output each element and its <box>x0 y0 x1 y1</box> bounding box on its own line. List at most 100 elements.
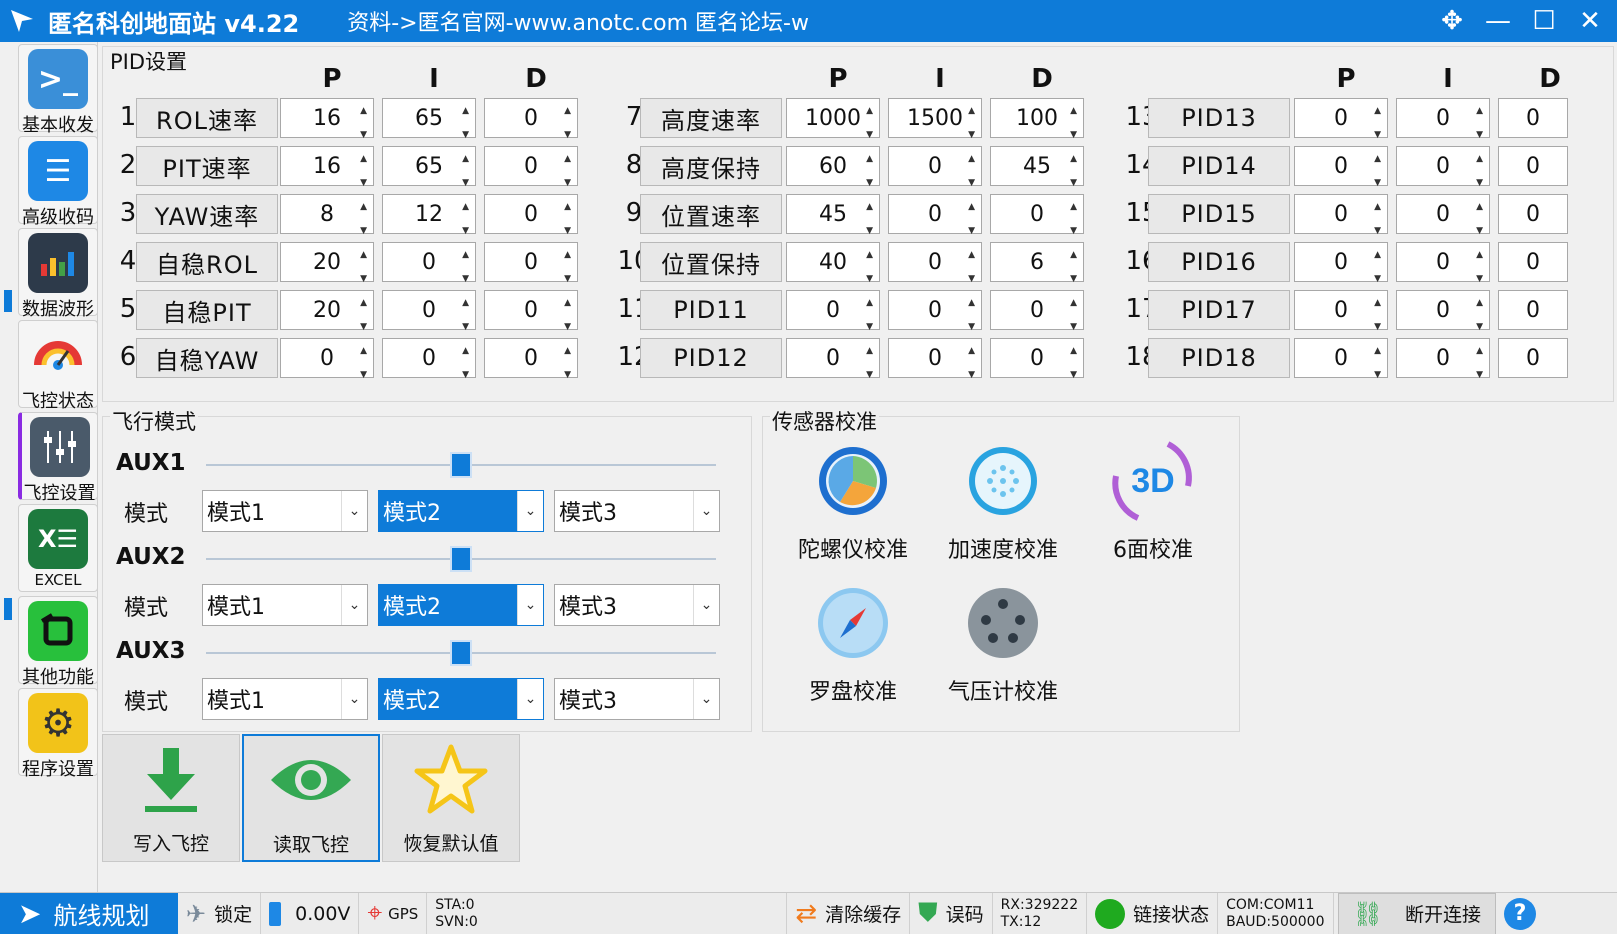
restore-defaults-button[interactable]: 恢复默认值 <box>382 734 520 862</box>
barometer-calibration-button[interactable]: 气压计校准 <box>928 586 1078 706</box>
pid-name-button[interactable]: PID16 <box>1148 242 1290 282</box>
pid-p-spinbox[interactable]: 8 ▲ ▼ <box>280 194 374 237</box>
pid-name-button[interactable]: PID13 <box>1148 98 1290 138</box>
pid-d-spinbox[interactable]: 0 ▲ ▼ <box>990 338 1084 381</box>
sidebar-collapse-handle[interactable] <box>4 598 12 620</box>
spin-arrows-icon[interactable]: ▲ ▼ <box>1374 297 1381 333</box>
pid-d-spinbox[interactable]: 6 ▲ ▼ <box>990 242 1084 284</box>
spin-arrows-icon[interactable]: ▲ ▼ <box>462 153 469 189</box>
pid-d-spinbox[interactable]: 0 <box>1498 146 1568 186</box>
move-window-icon[interactable]: ✥ <box>1433 4 1471 38</box>
pid-name-button[interactable]: 位置速率 <box>640 194 782 234</box>
spin-arrows-icon[interactable]: ▲ ▼ <box>968 297 975 333</box>
spin-arrows-icon[interactable]: ▲ ▼ <box>1070 345 1077 381</box>
sidebar-item-basic-send[interactable]: >_ 基本收发 <box>18 44 98 136</box>
pid-i-spinbox[interactable]: 0 ▲ ▼ <box>1396 98 1490 140</box>
spin-arrows-icon[interactable]: ▲ ▼ <box>1476 345 1483 381</box>
accelerometer-calibration-button[interactable]: 加速度校准 <box>928 444 1078 564</box>
chevron-down-icon[interactable]: ⌄ <box>341 585 367 625</box>
pid-i-spinbox[interactable]: 0 ▲ ▼ <box>888 338 982 381</box>
pid-d-spinbox[interactable]: 0 ▲ ▼ <box>484 242 578 285</box>
pid-p-spinbox[interactable]: 0 ▲ ▼ <box>786 338 880 380</box>
pid-i-spinbox[interactable]: 0 ▲ ▼ <box>1396 194 1490 236</box>
pid-i-spinbox[interactable]: 1500 ▲ ▼ <box>888 98 982 141</box>
pid-d-spinbox[interactable]: 0 ▲ ▼ <box>990 194 1084 236</box>
gyro-calibration-button[interactable]: 陀螺仪校准 <box>778 444 928 564</box>
spin-arrows-icon[interactable]: ▲ ▼ <box>968 105 975 141</box>
pid-d-spinbox[interactable]: 0 <box>1498 194 1568 234</box>
pid-p-spinbox[interactable]: 60 ▲ ▼ <box>786 146 880 188</box>
spin-arrows-icon[interactable]: ▲ ▼ <box>1070 153 1077 189</box>
pid-p-spinbox[interactable]: 0 ▲ ▼ <box>1294 146 1388 188</box>
pid-p-spinbox[interactable]: 0 ▲ ▼ <box>1294 194 1388 237</box>
spin-arrows-icon[interactable]: ▲ ▼ <box>564 153 571 189</box>
spin-arrows-icon[interactable]: ▲ ▼ <box>360 105 367 141</box>
sidebar-item-waveform[interactable]: 数据波形 <box>18 228 98 320</box>
spin-arrows-icon[interactable]: ▲ ▼ <box>968 345 975 381</box>
chevron-down-icon[interactable]: ⌄ <box>517 679 543 719</box>
pid-i-spinbox[interactable]: 0 ▲ ▼ <box>382 242 476 284</box>
sidebar-item-program-settings[interactable]: ⚙ 程序设置 <box>18 688 98 780</box>
pid-d-spinbox[interactable]: 0 <box>1498 338 1568 378</box>
pid-i-spinbox[interactable]: 0 ▲ ▼ <box>382 290 476 332</box>
pid-p-spinbox[interactable]: 1000 ▲ ▼ <box>786 98 880 141</box>
spin-arrows-icon[interactable]: ▲ ▼ <box>462 345 469 381</box>
mode-select-3[interactable]: 模式3 ⌄ <box>554 678 720 720</box>
spin-arrows-icon[interactable]: ▲ ▼ <box>1476 297 1483 333</box>
pid-i-spinbox[interactable]: 12 ▲ ▼ <box>382 194 476 237</box>
pid-name-button[interactable]: 自稳YAW <box>136 338 278 378</box>
spin-arrows-icon[interactable]: ▲ ▼ <box>866 201 873 237</box>
sidebar-item-flight-settings[interactable]: 飞控设置 <box>18 412 98 504</box>
mode-select-1[interactable]: 模式1 ⌄ <box>202 584 368 626</box>
spin-arrows-icon[interactable]: ▲ ▼ <box>1476 153 1483 189</box>
spin-arrows-icon[interactable]: ▲ ▼ <box>1374 345 1381 381</box>
spin-arrows-icon[interactable]: ▲ ▼ <box>564 105 571 141</box>
six-face-calibration-button[interactable]: 3D 6面校准 <box>1078 441 1228 564</box>
mode-select-3[interactable]: 模式3 ⌄ <box>554 584 720 626</box>
pid-d-spinbox[interactable]: 0 ▲ ▼ <box>484 338 578 380</box>
pid-d-spinbox[interactable]: 100 ▲ ▼ <box>990 98 1084 140</box>
pid-p-spinbox[interactable]: 45 ▲ ▼ <box>786 194 880 237</box>
write-flight-controller-button[interactable]: 写入飞控 <box>102 734 240 862</box>
spin-arrows-icon[interactable]: ▲ ▼ <box>968 249 975 285</box>
pid-d-spinbox[interactable]: 0 ▲ ▼ <box>484 98 578 141</box>
spin-arrows-icon[interactable]: ▲ ▼ <box>866 297 873 333</box>
spin-arrows-icon[interactable]: ▲ ▼ <box>564 249 571 285</box>
pid-name-button[interactable]: YAW速率 <box>136 194 278 234</box>
maximize-button[interactable]: ☐ <box>1525 4 1563 38</box>
disconnect-button[interactable]: ⛓ 断开连接 <box>1337 892 1496 934</box>
pid-name-button[interactable]: ROL速率 <box>136 98 278 138</box>
chevron-down-icon[interactable]: ⌄ <box>517 585 543 625</box>
sidebar-item-advanced-receive[interactable]: ☰ 高级收码 <box>18 136 98 228</box>
pid-i-spinbox[interactable]: 0 ▲ ▼ <box>1396 242 1490 285</box>
pid-name-button[interactable]: PIT速率 <box>136 146 278 186</box>
help-button[interactable]: ? <box>1503 897 1536 930</box>
pid-i-spinbox[interactable]: 65 ▲ ▼ <box>382 146 476 189</box>
pid-d-spinbox[interactable]: 0 <box>1498 242 1568 282</box>
title-bar[interactable]: 匿名科创地面站 v4.22 资料->匿名官网-www.anotc.com 匿名论… <box>0 0 1617 42</box>
pid-i-spinbox[interactable]: 65 ▲ ▼ <box>382 98 476 140</box>
spin-arrows-icon[interactable]: ▲ ▼ <box>360 153 367 189</box>
spin-arrows-icon[interactable]: ▲ ▼ <box>1374 105 1381 141</box>
pid-d-spinbox[interactable]: 0 ▲ ▼ <box>484 194 578 237</box>
spin-arrows-icon[interactable]: ▲ ▼ <box>1476 249 1483 285</box>
pid-i-spinbox[interactable]: 0 ▲ ▼ <box>1396 290 1490 333</box>
spin-arrows-icon[interactable]: ▲ ▼ <box>1374 201 1381 237</box>
sidebar-item-other-functions[interactable]: 其他功能 <box>18 596 98 688</box>
clear-cache-button[interactable]: ⇄ 清除缓存 <box>787 892 911 934</box>
spin-arrows-icon[interactable]: ▲ ▼ <box>1374 249 1381 285</box>
mode-select-1[interactable]: 模式1 ⌄ <box>202 490 368 532</box>
chevron-down-icon[interactable]: ⌄ <box>693 585 719 625</box>
pid-i-spinbox[interactable]: 0 ▲ ▼ <box>888 242 982 285</box>
spin-arrows-icon[interactable]: ▲ ▼ <box>360 201 367 237</box>
spin-arrows-icon[interactable]: ▲ ▼ <box>866 105 873 141</box>
pid-name-button[interactable]: PID14 <box>1148 146 1290 186</box>
pid-d-spinbox[interactable]: 0 ▲ ▼ <box>990 290 1084 332</box>
mode-select-2[interactable]: 模式2 ⌄ <box>378 678 544 720</box>
minimize-button[interactable]: — <box>1479 4 1517 38</box>
sidebar-collapse-handle[interactable] <box>4 290 12 312</box>
pid-p-spinbox[interactable]: 16 ▲ ▼ <box>280 98 374 141</box>
spin-arrows-icon[interactable]: ▲ ▼ <box>564 201 571 237</box>
spin-arrows-icon[interactable]: ▲ ▼ <box>462 201 469 237</box>
chevron-down-icon[interactable]: ⌄ <box>341 679 367 719</box>
